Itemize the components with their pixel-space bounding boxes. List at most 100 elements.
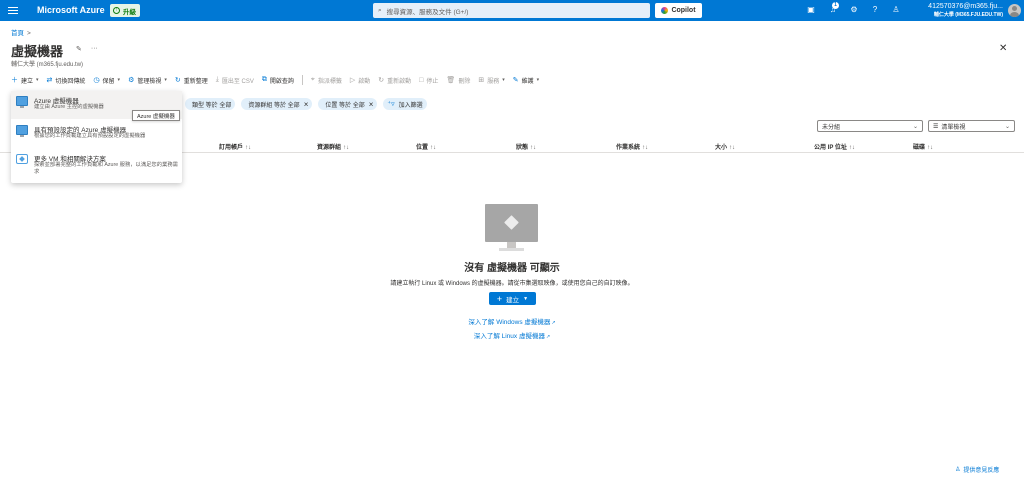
- notification-count-badge: 1: [832, 2, 839, 9]
- add-filter-button[interactable]: ⁺▿ 加入篩選: [383, 98, 427, 110]
- reservations-label: 保留: [102, 78, 115, 85]
- vm-icon: [16, 125, 28, 137]
- filter-pill-label: 類型 等於 全部: [192, 102, 232, 109]
- remove-filter-icon[interactable]: ×: [304, 100, 309, 109]
- sort-icon: ↑↓: [642, 145, 649, 151]
- restart-icon: ↻: [378, 77, 385, 84]
- chevron-down-icon: ⌄: [912, 124, 918, 130]
- feedback-icon: ♙: [955, 467, 961, 473]
- copilot-icon: [661, 7, 669, 14]
- assign-tags-button[interactable]: ⌖ 指派標籤: [311, 76, 342, 85]
- portal-menu-icon[interactable]: [8, 5, 18, 15]
- column-header-disks[interactable]: 磁碟 ↑↓: [913, 142, 933, 151]
- menu-item-vm-preset[interactable]: 具有預設設定的 Azure 虛擬機器 根據您的工作負載建立具有預設設定的虛擬機器: [11, 120, 182, 148]
- empty-state-create-button[interactable]: + 建立 ▼: [489, 292, 536, 305]
- menu-item-description: 探索並部署完整的工作負載和 Azure 服務，以滿足您的業務需求: [34, 162, 178, 175]
- copilot-button[interactable]: Copilot: [655, 3, 702, 18]
- clock-icon: ◷: [93, 77, 100, 84]
- play-icon: ▷: [349, 77, 356, 84]
- services-button[interactable]: ⊞ 服務 ▾: [478, 76, 504, 85]
- open-query-button[interactable]: ⧉ 開啟查詢: [262, 76, 294, 85]
- more-options-icon[interactable]: ···: [91, 45, 98, 53]
- stop-icon: □: [419, 76, 424, 84]
- add-filter-icon: ⁺▿: [387, 101, 395, 108]
- cloud-shell-icon[interactable]: ▣: [806, 5, 816, 15]
- stop-label: 停止: [426, 78, 439, 85]
- restart-label: 重新啟動: [387, 78, 412, 85]
- chevron-down-icon: ▼: [523, 295, 529, 302]
- remove-filter-icon[interactable]: ×: [369, 100, 374, 109]
- column-header-status[interactable]: 狀態 ↑↓: [516, 142, 536, 151]
- column-label: 磁碟: [913, 145, 926, 151]
- account-menu[interactable]: 412570376@m365.fju... 輔仁大學 (M365.FJU.EDU…: [901, 3, 1003, 18]
- start-button[interactable]: ▷ 啟動: [350, 76, 370, 85]
- manage-view-button[interactable]: ⚙ 管理檢視 ▾: [128, 76, 167, 85]
- help-icon[interactable]: ?: [870, 5, 880, 15]
- menu-item-more-vm-solutions[interactable]: 更多 VM 和相關解決方案 探索並部署完整的工作負載和 Azure 服務，以滿足…: [11, 149, 182, 180]
- chevron-down-icon: ▾: [536, 77, 540, 83]
- learn-windows-link[interactable]: 深入了解 Windows 虛擬機器↗: [0, 316, 1024, 326]
- restart-button[interactable]: ↻ 重新啟動: [378, 76, 411, 85]
- filter-pill-resource-group[interactable]: 資源群組 等於 全部 ×: [241, 98, 313, 110]
- learn-linux-label: 深入了解 Linux 虛擬機器: [473, 333, 545, 340]
- filter-pill-type[interactable]: 類型 等於 全部: [185, 98, 236, 110]
- global-search-input[interactable]: ⌕ 搜尋資源、服務及文件 (G+/): [373, 3, 650, 18]
- switch-classic-button[interactable]: ⇄ 切換回傳統: [47, 76, 86, 85]
- tag-icon: ⌖: [310, 76, 315, 83]
- refresh-label: 重新整理: [183, 78, 208, 85]
- grouping-select[interactable]: 未分組 ⌄: [817, 120, 923, 132]
- chevron-down-icon: ▾: [36, 77, 39, 83]
- account-email: 412570376@m365.fju...: [928, 3, 1003, 10]
- view-mode-select[interactable]: ☰ 清單檢視 ⌄: [928, 120, 1015, 132]
- brand-logo[interactable]: Microsoft Azure: [37, 5, 105, 15]
- column-header-location[interactable]: 位置 ↑↓: [416, 142, 436, 151]
- page-subtitle: 輔仁大學 (m365.fju.edu.tw): [11, 62, 84, 68]
- empty-state-title: 沒有 虛擬機器 可顯示: [464, 263, 560, 274]
- learn-linux-link[interactable]: 深入了解 Linux 虛擬機器↗: [0, 330, 1024, 340]
- close-icon[interactable]: ✕: [999, 43, 1007, 54]
- column-header-size[interactable]: 大小 ↑↓: [715, 142, 735, 151]
- download-icon: ⤓: [215, 76, 219, 83]
- column-header-public-ip[interactable]: 公用 IP 位址 ↑↓: [814, 142, 855, 151]
- list-view-icon: ☰: [933, 123, 939, 130]
- feedback-link[interactable]: ♙ 提供意見反應: [955, 465, 999, 474]
- column-header-os[interactable]: 作業系統 ↑↓: [616, 142, 648, 151]
- chevron-down-icon: ▾: [502, 77, 505, 83]
- services-icon: ⊞: [478, 77, 485, 84]
- open-query-label: 開啟查詢: [269, 78, 294, 85]
- create-button[interactable]: ＋ 建立 ▾: [11, 75, 39, 85]
- switch-arrows-icon: ⇄: [46, 77, 53, 84]
- breadcrumb-home-link[interactable]: 首頁: [11, 30, 24, 37]
- column-header-subscription[interactable]: 訂用帳戶 ↑↓: [219, 142, 251, 151]
- menu-item-description: 根據您的工作負載建立具有預設設定的虛擬機器: [34, 133, 146, 139]
- plus-icon: ＋: [11, 77, 18, 84]
- add-filter-label: 加入篩選: [398, 102, 423, 109]
- maintenance-button[interactable]: ✎ 維護 ▾: [513, 76, 539, 85]
- reservations-button[interactable]: ◷ 保留 ▾: [93, 76, 120, 85]
- chevron-down-icon: ⌄: [1004, 124, 1010, 130]
- command-bar: ＋ 建立 ▾ ⇄ 切換回傳統 ◷ 保留 ▾ ⚙ 管理檢視 ▾ ↻ 重新整理 ⤓ …: [11, 74, 547, 86]
- delete-button[interactable]: 🗑 刪除: [446, 76, 470, 85]
- column-label: 狀態: [516, 145, 529, 151]
- empty-state-illustration: [485, 204, 538, 251]
- avatar[interactable]: [1008, 4, 1021, 17]
- search-icon: ⌕: [378, 6, 382, 14]
- feedback-person-icon[interactable]: ♙: [891, 5, 901, 15]
- upgrade-button[interactable]: ↑ 升級: [110, 4, 140, 17]
- sort-icon: ↑↓: [927, 145, 934, 151]
- export-csv-button[interactable]: ⤓ 匯出至 CSV: [216, 76, 254, 85]
- settings-gear-icon[interactable]: ⚙: [849, 5, 859, 15]
- refresh-button[interactable]: ↻ 重新整理: [175, 76, 208, 85]
- upgrade-icon: ↑: [113, 7, 120, 14]
- switch-classic-label: 切換回傳統: [55, 78, 86, 85]
- empty-state-description: 請建立執行 Linux 或 Windows 的虛擬機器。請從市集選取映像，或使用…: [390, 281, 634, 287]
- filter-pill-location[interactable]: 位置 等於 全部 ×: [318, 98, 378, 110]
- toolbar-divider: [301, 75, 303, 85]
- column-label: 資源群組: [317, 145, 342, 151]
- stop-button[interactable]: □ 停止: [419, 76, 438, 85]
- pin-icon[interactable]: ✎: [76, 45, 82, 53]
- view-mode-value: 清單檢視: [941, 124, 966, 131]
- column-label: 訂用帳戶: [219, 145, 244, 151]
- title-actions: ✎ ···: [76, 45, 98, 53]
- column-header-resource-group[interactable]: 資源群組 ↑↓: [317, 142, 349, 151]
